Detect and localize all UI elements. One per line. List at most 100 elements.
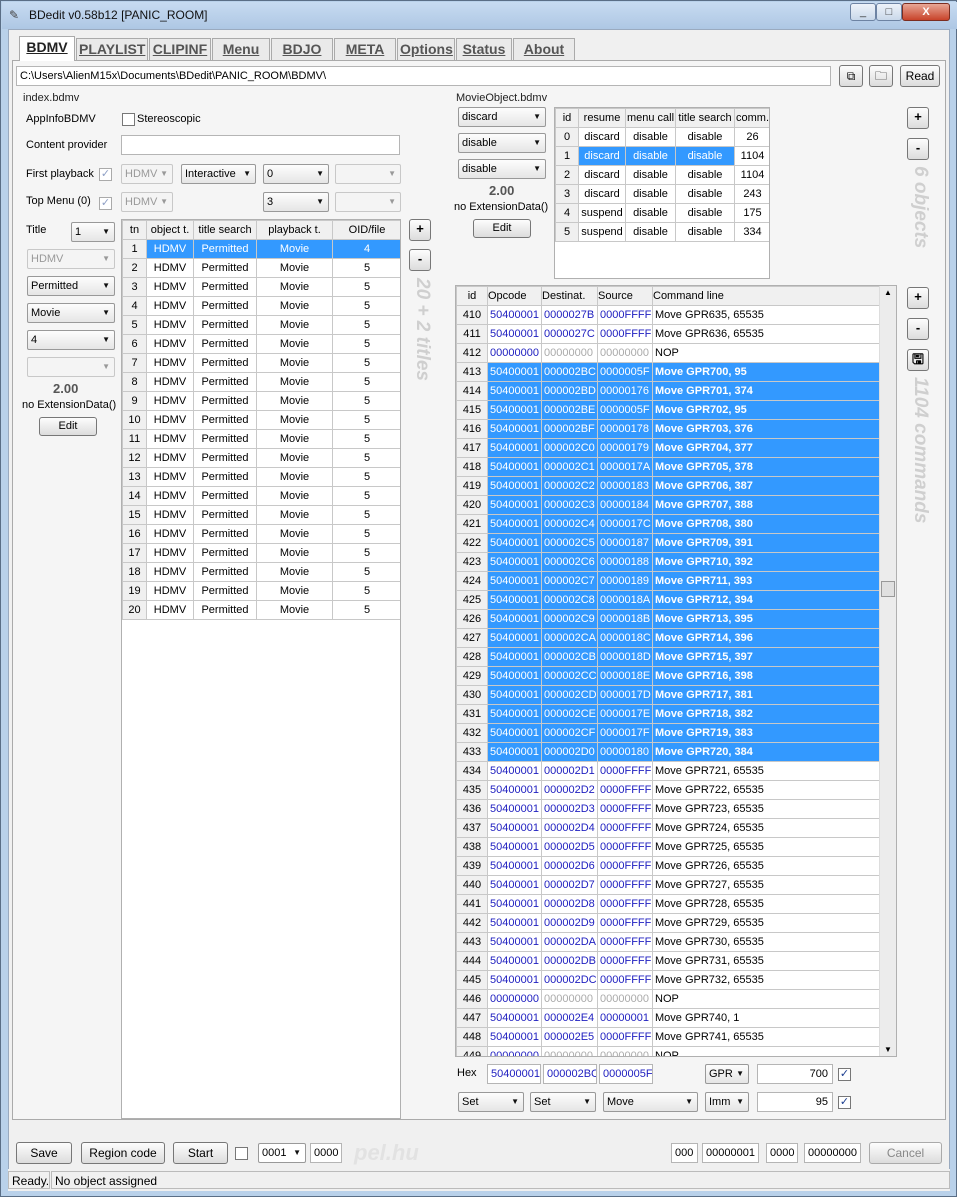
top-menu-id-select[interactable]: 3 ▼ (263, 192, 329, 212)
top-menu-type-select[interactable]: HDMV ▼ (121, 192, 173, 212)
command-row[interactable]: 433 50400001 000002D0 00000180 Move GPR720, … (456, 742, 881, 762)
command-row[interactable]: 430 50400001 000002CD 0000017D Move GPR717, … (456, 685, 881, 705)
command-row[interactable]: 443 50400001 000002DA 0000FFFF Move GPR730, … (456, 932, 881, 952)
maximize-button[interactable]: □ (876, 3, 902, 21)
titles-column-header[interactable]: playback t. (256, 220, 333, 240)
command-row[interactable]: 439 50400001 000002D6 0000FFFF Move GPR726, … (456, 856, 881, 876)
command-row[interactable]: 442 50400001 000002D9 0000FFFF Move GPR729, … (456, 913, 881, 933)
tab-bdjo[interactable]: BDJO (271, 38, 333, 60)
objects-column-header[interactable]: title search (675, 108, 735, 128)
command-row[interactable]: 416 50400001 000002BF 00000178 Move GPR703, … (456, 419, 881, 439)
commands-column-header[interactable]: id (456, 286, 488, 306)
title-row[interactable]: 20 HDMV Permitted Movie 5 (122, 600, 400, 620)
commands-column-header[interactable]: Opcode (487, 286, 542, 306)
command-row[interactable]: 410 50400001 0000027B 0000FFFF Move GPR635, … (456, 305, 881, 325)
title-row[interactable]: 5 HDMV Permitted Movie 5 (122, 315, 400, 335)
copy-icon[interactable]: ⧉ (839, 65, 863, 87)
source-checkbox[interactable]: ✓ (838, 1096, 851, 1109)
title-row[interactable]: 13 HDMV Permitted Movie 5 (122, 467, 400, 487)
objects-column-header[interactable]: id (555, 108, 579, 128)
close-button[interactable]: X (902, 3, 950, 21)
command-row[interactable]: 419 50400001 000002C2 00000183 Move GPR706, … (456, 476, 881, 496)
stereoscopic-checkbox[interactable] (122, 113, 135, 126)
destination-checkbox[interactable]: ✓ (838, 1068, 851, 1081)
commands-scrollbar[interactable]: ▲ ▼ (879, 286, 896, 1056)
title-row[interactable]: 16 HDMV Permitted Movie 5 (122, 524, 400, 544)
title-row[interactable]: 7 HDMV Permitted Movie 5 (122, 353, 400, 373)
tab-clipinf[interactable]: CLIPINF (149, 38, 211, 60)
command-row[interactable]: 441 50400001 000002D8 0000FFFF Move GPR728, … (456, 894, 881, 914)
field-1[interactable]: 000 (671, 1143, 698, 1163)
start-value-field[interactable]: 0000 (310, 1143, 342, 1163)
save-button[interactable]: Save (16, 1142, 72, 1164)
objects-column-header[interactable]: comm. (734, 108, 769, 128)
command-row[interactable]: 449 00000000 00000000 00000000 NOP (456, 1046, 881, 1056)
top-menu-extra-select[interactable]: ▼ (335, 192, 401, 212)
tab-options[interactable]: Options (397, 38, 455, 60)
menu-call-select[interactable]: disable ▼ (458, 133, 546, 153)
add-command-button[interactable]: + (907, 287, 929, 309)
command-row[interactable]: 417 50400001 000002C0 00000179 Move GPR704, … (456, 438, 881, 458)
remove-command-button[interactable]: - (907, 318, 929, 340)
tab-about[interactable]: About (513, 38, 575, 60)
command-row[interactable]: 412 00000000 00000000 00000000 NOP (456, 343, 881, 363)
content-provider-field[interactable] (121, 135, 400, 155)
command-row[interactable]: 415 50400001 000002BE 0000005F Move GPR702, … (456, 400, 881, 420)
title-row[interactable]: 12 HDMV Permitted Movie 5 (122, 448, 400, 468)
top-menu-checkbox[interactable]: ✓ (99, 197, 112, 210)
title-select[interactable]: 1 ▼ (71, 222, 115, 242)
titles-column-header[interactable]: title search (193, 220, 257, 240)
scroll-down-icon[interactable]: ▼ (884, 1045, 892, 1054)
hex-source-field[interactable]: 0000005F (599, 1064, 653, 1084)
source-value-field[interactable]: 95 (757, 1092, 833, 1112)
tab-bdmv[interactable]: BDMV (19, 36, 75, 61)
add-object-button[interactable]: + (907, 107, 929, 129)
title-search-mode-select[interactable]: disable ▼ (458, 159, 546, 179)
command-row[interactable]: 437 50400001 000002D4 0000FFFF Move GPR724, … (456, 818, 881, 838)
region-code-button[interactable]: Region code (81, 1142, 165, 1164)
title-search-select[interactable]: Permitted ▼ (27, 276, 115, 296)
folder-icon[interactable]: 🗀 (869, 65, 893, 87)
title-row[interactable]: 14 HDMV Permitted Movie 5 (122, 486, 400, 506)
command-op-select[interactable]: Move ▼ (603, 1092, 698, 1112)
command-row[interactable]: 422 50400001 000002C5 00000187 Move GPR709, … (456, 533, 881, 553)
command-subgroup-select[interactable]: Set ▼ (530, 1092, 596, 1112)
path-field[interactable]: C:\Users\AlienM15x\Documents\BDedit\PANI… (16, 66, 831, 86)
tab-menu[interactable]: Menu (212, 38, 270, 60)
commands-column-header[interactable]: Command line (652, 286, 881, 306)
index-edit-button[interactable]: Edit (39, 417, 97, 436)
hex-destination-field[interactable]: 000002BC (543, 1064, 597, 1084)
title-row[interactable]: 18 HDMV Permitted Movie 5 (122, 562, 400, 582)
title-extra-select[interactable]: ▼ (27, 357, 115, 377)
first-playback-type-select[interactable]: HDMV ▼ (121, 164, 173, 184)
start-number-select[interactable]: 0001 ▼ (258, 1143, 306, 1163)
start-checkbox[interactable] (235, 1147, 248, 1160)
add-title-button[interactable]: + (409, 219, 431, 241)
scroll-thumb[interactable] (881, 581, 895, 597)
command-row[interactable]: 426 50400001 000002C9 0000018B Move GPR713, … (456, 609, 881, 629)
cancel-button[interactable]: Cancel (869, 1142, 942, 1164)
start-button[interactable]: Start (173, 1142, 228, 1164)
tab-meta[interactable]: META (334, 38, 396, 60)
title-oid-select[interactable]: 4 ▼ (27, 330, 115, 350)
title-row[interactable]: 3 HDMV Permitted Movie 5 (122, 277, 400, 297)
first-playback-extra-select[interactable]: ▼ (335, 164, 401, 184)
remove-object-button[interactable]: - (907, 138, 929, 160)
command-row[interactable]: 414 50400001 000002BD 00000176 Move GPR701, … (456, 381, 881, 401)
title-row[interactable]: 15 HDMV Permitted Movie 5 (122, 505, 400, 525)
title-row[interactable]: 4 HDMV Permitted Movie 5 (122, 296, 400, 316)
object-row[interactable]: 2 discard disable disable 1104 (555, 165, 769, 185)
title-playback-select[interactable]: Movie ▼ (27, 303, 115, 323)
command-row[interactable]: 431 50400001 000002CE 0000017E Move GPR718, … (456, 704, 881, 724)
command-row[interactable]: 432 50400001 000002CF 0000017F Move GPR719, … (456, 723, 881, 743)
field-4[interactable]: 00000000 (804, 1143, 861, 1163)
command-row[interactable]: 440 50400001 000002D7 0000FFFF Move GPR727, … (456, 875, 881, 895)
command-row[interactable]: 447 50400001 000002E4 00000001 Move GPR740, … (456, 1008, 881, 1028)
destination-value-field[interactable]: 700 (757, 1064, 833, 1084)
title-row[interactable]: 17 HDMV Permitted Movie 5 (122, 543, 400, 563)
command-row[interactable]: 446 00000000 00000000 00000000 NOP (456, 989, 881, 1009)
command-group-select[interactable]: Set ▼ (458, 1092, 524, 1112)
tab-status[interactable]: Status (456, 38, 512, 60)
field-2[interactable]: 00000001 (702, 1143, 759, 1163)
tab-playlist[interactable]: PLAYLIST (76, 38, 148, 60)
